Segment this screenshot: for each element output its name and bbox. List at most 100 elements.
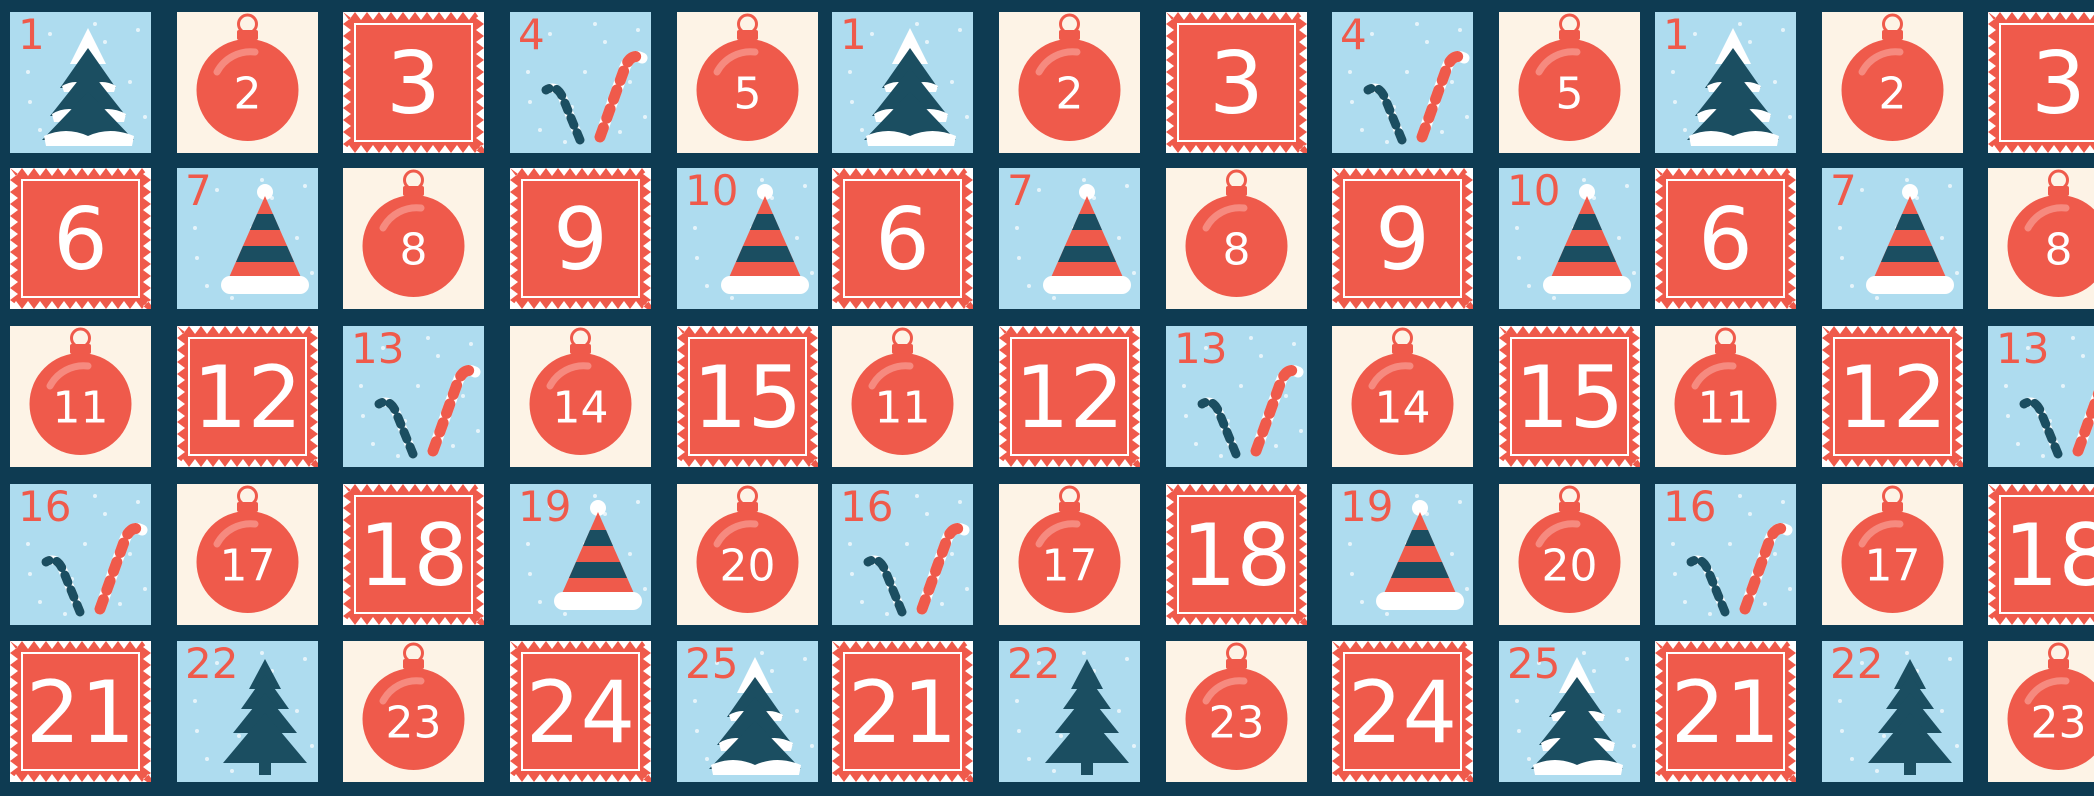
day-number: 11 bbox=[1698, 383, 1754, 434]
calendar-day-4[interactable]: 4 bbox=[1332, 12, 1473, 153]
day-number: 25 bbox=[685, 641, 738, 688]
calendar-day-12[interactable]: 12 bbox=[999, 326, 1140, 467]
calendar-day-8[interactable]: 8 bbox=[343, 168, 484, 309]
day-number: 1 bbox=[1663, 12, 1690, 59]
calendar-day-18[interactable]: 18 bbox=[1166, 484, 1307, 625]
day-number: 16 bbox=[18, 484, 71, 531]
day-number: 3 bbox=[1209, 34, 1264, 134]
day-number: 8 bbox=[400, 225, 428, 276]
calendar-day-18[interactable]: 18 bbox=[343, 484, 484, 625]
day-number: 12 bbox=[1838, 348, 1947, 448]
calendar-day-13[interactable]: 13 bbox=[1988, 326, 2094, 467]
calendar-day-13[interactable]: 13 bbox=[343, 326, 484, 467]
calendar-day-11[interactable]: 11 bbox=[1655, 326, 1796, 467]
calendar-day-5[interactable]: 5 bbox=[677, 12, 818, 153]
calendar-day-21[interactable]: 21 bbox=[1655, 641, 1796, 782]
day-number: 15 bbox=[1515, 348, 1624, 448]
calendar-day-17[interactable]: 17 bbox=[1822, 484, 1963, 625]
day-number: 3 bbox=[386, 34, 441, 134]
calendar-day-17[interactable]: 17 bbox=[177, 484, 318, 625]
calendar-day-1[interactable]: 1 bbox=[832, 12, 973, 153]
day-number: 20 bbox=[1542, 541, 1598, 592]
calendar-day-21[interactable]: 21 bbox=[10, 641, 151, 782]
calendar-day-16[interactable]: 16 bbox=[832, 484, 973, 625]
calendar-day-8[interactable]: 8 bbox=[1988, 168, 2094, 309]
day-number: 11 bbox=[53, 383, 109, 434]
calendar-day-10[interactable]: 10 bbox=[1499, 168, 1640, 309]
calendar-day-22[interactable]: 22 bbox=[1822, 641, 1963, 782]
day-number: 23 bbox=[2031, 698, 2087, 749]
day-number: 16 bbox=[1663, 484, 1716, 531]
day-number: 14 bbox=[553, 383, 609, 434]
calendar-day-14[interactable]: 14 bbox=[510, 326, 651, 467]
day-number: 10 bbox=[1507, 168, 1560, 215]
calendar-day-6[interactable]: 6 bbox=[1655, 168, 1796, 309]
calendar-day-24[interactable]: 24 bbox=[510, 641, 651, 782]
calendar-day-22[interactable]: 22 bbox=[177, 641, 318, 782]
calendar-day-23[interactable]: 23 bbox=[1988, 641, 2094, 782]
calendar-day-14[interactable]: 14 bbox=[1332, 326, 1473, 467]
day-number: 9 bbox=[553, 190, 608, 290]
calendar-day-6[interactable]: 6 bbox=[832, 168, 973, 309]
calendar-day-25[interactable]: 25 bbox=[1499, 641, 1640, 782]
day-number: 12 bbox=[193, 348, 302, 448]
calendar-day-17[interactable]: 17 bbox=[999, 484, 1140, 625]
calendar-day-20[interactable]: 20 bbox=[677, 484, 818, 625]
day-number: 17 bbox=[1865, 541, 1921, 592]
calendar-day-22[interactable]: 22 bbox=[999, 641, 1140, 782]
calendar-day-3[interactable]: 3 bbox=[343, 12, 484, 153]
calendar-day-23[interactable]: 23 bbox=[1166, 641, 1307, 782]
day-number: 17 bbox=[220, 541, 276, 592]
day-number: 1 bbox=[18, 12, 45, 59]
day-number: 8 bbox=[2045, 225, 2073, 276]
day-number: 19 bbox=[1340, 484, 1393, 531]
day-number: 7 bbox=[185, 168, 212, 215]
calendar-day-7[interactable]: 7 bbox=[177, 168, 318, 309]
day-number: 25 bbox=[1507, 641, 1560, 688]
calendar-day-8[interactable]: 8 bbox=[1166, 168, 1307, 309]
calendar-day-25[interactable]: 25 bbox=[677, 641, 818, 782]
calendar-day-3[interactable]: 3 bbox=[1166, 12, 1307, 153]
day-number: 6 bbox=[875, 190, 930, 290]
calendar-day-7[interactable]: 7 bbox=[999, 168, 1140, 309]
day-number: 24 bbox=[526, 663, 635, 763]
calendar-day-20[interactable]: 20 bbox=[1499, 484, 1640, 625]
calendar-day-2[interactable]: 2 bbox=[177, 12, 318, 153]
calendar-day-21[interactable]: 21 bbox=[832, 641, 973, 782]
day-number: 21 bbox=[26, 663, 135, 763]
calendar-day-1[interactable]: 1 bbox=[1655, 12, 1796, 153]
calendar-day-11[interactable]: 11 bbox=[832, 326, 973, 467]
calendar-day-4[interactable]: 4 bbox=[510, 12, 651, 153]
day-number: 22 bbox=[1830, 641, 1883, 688]
calendar-day-5[interactable]: 5 bbox=[1499, 12, 1640, 153]
day-number: 21 bbox=[1671, 663, 1780, 763]
calendar-day-12[interactable]: 12 bbox=[1822, 326, 1963, 467]
day-number: 4 bbox=[518, 12, 545, 59]
calendar-day-13[interactable]: 13 bbox=[1166, 326, 1307, 467]
calendar-day-16[interactable]: 16 bbox=[10, 484, 151, 625]
day-number: 6 bbox=[53, 190, 108, 290]
calendar-day-7[interactable]: 7 bbox=[1822, 168, 1963, 309]
calendar-day-2[interactable]: 2 bbox=[999, 12, 1140, 153]
calendar-day-9[interactable]: 9 bbox=[510, 168, 651, 309]
calendar-day-12[interactable]: 12 bbox=[177, 326, 318, 467]
calendar-day-16[interactable]: 16 bbox=[1655, 484, 1796, 625]
calendar-day-2[interactable]: 2 bbox=[1822, 12, 1963, 153]
calendar-day-19[interactable]: 19 bbox=[510, 484, 651, 625]
calendar-day-10[interactable]: 10 bbox=[677, 168, 818, 309]
calendar-day-23[interactable]: 23 bbox=[343, 641, 484, 782]
day-number: 7 bbox=[1007, 168, 1034, 215]
day-number: 16 bbox=[840, 484, 893, 531]
calendar-day-3[interactable]: 3 bbox=[1988, 12, 2094, 153]
calendar-day-1[interactable]: 1 bbox=[10, 12, 151, 153]
calendar-day-15[interactable]: 15 bbox=[677, 326, 818, 467]
day-number: 19 bbox=[518, 484, 571, 531]
calendar-day-11[interactable]: 11 bbox=[10, 326, 151, 467]
calendar-day-18[interactable]: 18 bbox=[1988, 484, 2094, 625]
calendar-day-24[interactable]: 24 bbox=[1332, 641, 1473, 782]
day-number: 23 bbox=[1209, 698, 1265, 749]
calendar-day-9[interactable]: 9 bbox=[1332, 168, 1473, 309]
calendar-day-19[interactable]: 19 bbox=[1332, 484, 1473, 625]
calendar-day-15[interactable]: 15 bbox=[1499, 326, 1640, 467]
calendar-day-6[interactable]: 6 bbox=[10, 168, 151, 309]
